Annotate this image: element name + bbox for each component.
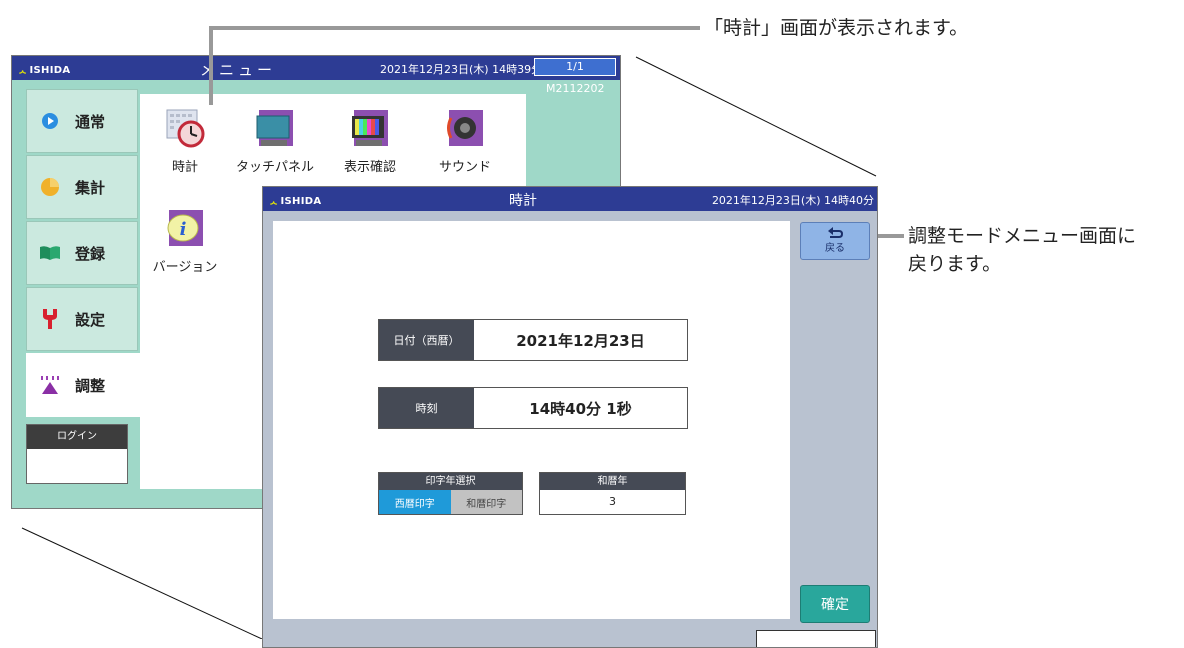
side-item-settings[interactable]: 設定	[26, 287, 138, 351]
clock-icon	[166, 109, 205, 148]
annotation-right-line1: 調整モードメニュー画面に	[908, 225, 1137, 247]
tile-label: 時計	[171, 160, 198, 175]
clock-datetime: 2021年12月23日(木) 14時40分	[711, 194, 874, 207]
side-item-summary[interactable]: 集計	[26, 155, 138, 219]
side-item-adjust[interactable]: 調整	[26, 353, 152, 417]
tile-label: 表示確認	[343, 160, 396, 175]
tile-label: サウンド	[438, 160, 491, 175]
tile-clock[interactable]: 時計	[140, 106, 230, 175]
ishida-logo: ᆺ ISHIDA	[18, 65, 71, 76]
menu-header-bar: ᆺ ISHIDA メニュー 2021年12月23日(木) 14時39分 1/1	[12, 56, 620, 80]
japanese-print-button[interactable]: 和暦印字	[450, 490, 522, 514]
side-item-label: 調整	[75, 376, 106, 395]
touch-panel-icon	[256, 110, 293, 146]
tile-display-check[interactable]: 表示確認	[325, 106, 415, 175]
side-item-label: 通常	[75, 112, 106, 131]
annotation-top: 「時計」画面が表示されます。	[704, 17, 969, 39]
clock-body: 日付（西暦） 2021年12月23日 時刻 14時40分 1秒 印字年選択 西暦…	[273, 221, 790, 619]
annotation-right-line2: 戻ります。	[908, 253, 1002, 275]
clock-header-bar: ᆺ ISHIDA 時計 2021年12月23日(木) 14時40分	[263, 187, 877, 211]
side-item-register[interactable]: 登録	[26, 221, 138, 285]
menu-title: メニュー	[200, 61, 277, 79]
status-box	[756, 630, 876, 647]
print-year-select: 印字年選択 西暦印字 和暦印字	[378, 472, 523, 515]
svg-text:i: i	[180, 219, 187, 240]
return-arrow-icon	[828, 227, 843, 238]
login-label: ログイン	[27, 425, 127, 449]
time-field[interactable]: 時刻 14時40分 1秒	[378, 387, 688, 429]
tile-label: タッチパネル	[235, 160, 314, 175]
side-item-label: 設定	[75, 310, 106, 329]
clock-title: 時計	[509, 193, 537, 209]
time-label: 時刻	[379, 388, 474, 428]
adjust-icon	[39, 374, 61, 396]
clock-screen: ᆺ ISHIDA 時計 2021年12月23日(木) 14時40分 日付（西暦） …	[262, 186, 878, 648]
era-year-value[interactable]: 3	[540, 490, 685, 514]
menu-datetime: 2021年12月23日(木) 14時39分	[380, 63, 543, 76]
era-year-panel: 和暦年 3	[539, 472, 686, 515]
date-value[interactable]: 2021年12月23日	[474, 320, 687, 360]
page-indicator: 1/1	[534, 58, 616, 76]
print-year-title: 印字年選択	[379, 473, 522, 490]
model-number: M2112202	[546, 82, 605, 95]
tile-version[interactable]: i バージョン	[140, 206, 230, 275]
date-label: 日付（西暦）	[379, 320, 474, 360]
speaker-icon	[447, 110, 483, 146]
tile-label: バージョン	[152, 260, 218, 275]
date-field[interactable]: 日付（西暦） 2021年12月23日	[378, 319, 688, 361]
login-box[interactable]: ログイン	[26, 424, 128, 484]
play-circle-icon	[39, 110, 61, 132]
side-item-label: 登録	[75, 244, 106, 263]
book-icon	[39, 242, 61, 264]
info-icon: i	[167, 210, 203, 246]
pie-icon	[39, 176, 61, 198]
wrench-icon	[39, 308, 61, 330]
time-value[interactable]: 14時40分 1秒	[474, 388, 687, 428]
display-check-icon	[352, 110, 388, 146]
era-year-title: 和暦年	[540, 473, 685, 490]
side-item-normal[interactable]: 通常	[26, 89, 138, 153]
side-menu: 通常 集計 登録 設定 調整	[26, 89, 152, 419]
western-print-button[interactable]: 西暦印字	[379, 490, 451, 514]
side-item-label: 集計	[75, 178, 106, 197]
back-button[interactable]: 戻る	[800, 222, 870, 260]
confirm-button[interactable]: 確定	[800, 585, 870, 623]
back-label: 戻る	[825, 243, 845, 254]
tile-sound[interactable]: サウンド	[420, 106, 510, 175]
tile-touch-panel[interactable]: タッチパネル	[230, 106, 320, 175]
